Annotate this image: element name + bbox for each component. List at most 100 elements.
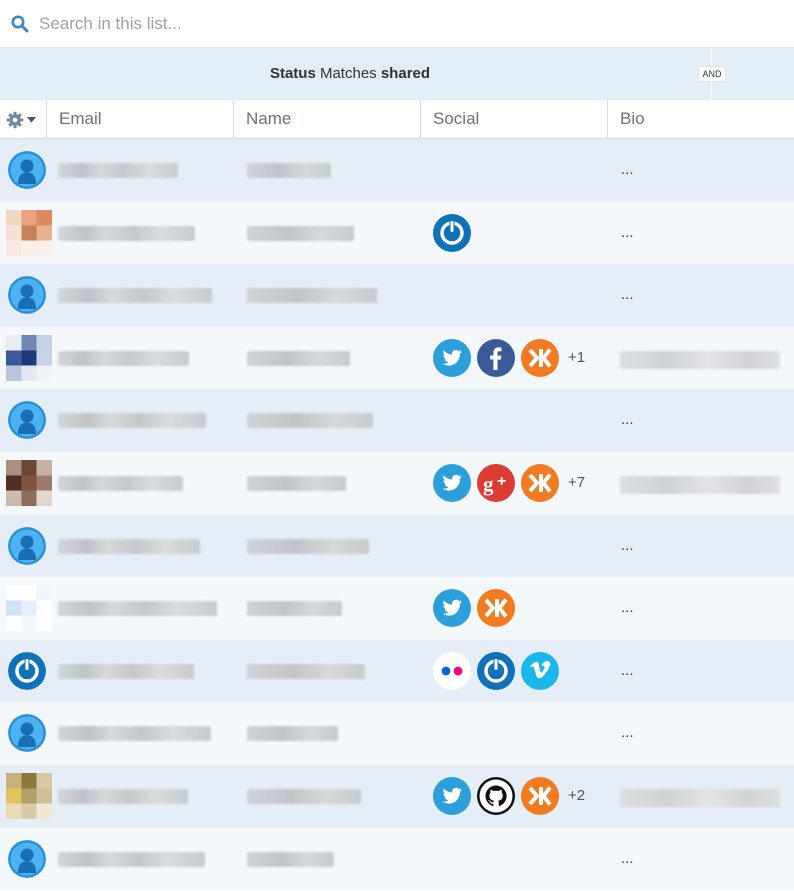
email-cell-redacted — [58, 851, 205, 867]
more-social-count[interactable]: +1 — [568, 349, 585, 366]
avatar-photo — [6, 585, 52, 632]
klout-icon[interactable] — [521, 338, 559, 377]
table-row[interactable]: ... — [0, 827, 794, 891]
twitter-icon[interactable] — [433, 776, 471, 815]
power-icon[interactable] — [433, 213, 471, 252]
name-cell-redacted — [247, 851, 334, 867]
avatar-photo — [6, 459, 52, 506]
email-cell-redacted — [58, 225, 195, 241]
default-avatar-icon — [8, 401, 46, 440]
avatar-power-icon — [8, 651, 46, 690]
email-cell-redacted — [58, 538, 200, 554]
email-cell-redacted — [58, 601, 217, 617]
more-social-count[interactable]: +7 — [568, 474, 585, 491]
google-plus-icon[interactable]: g + — [477, 463, 515, 502]
avatar-photo — [6, 334, 52, 381]
name-cell-redacted — [247, 288, 377, 304]
facebook-icon[interactable] — [477, 338, 515, 377]
email-cell-redacted — [58, 726, 211, 742]
name-cell-redacted — [247, 225, 354, 241]
more-social-count[interactable]: +2 — [568, 787, 585, 804]
table-row[interactable]: ... — [0, 389, 794, 452]
filter-shared-label: shared — [380, 65, 431, 82]
social-icons — [433, 589, 515, 628]
search-input[interactable] — [39, 13, 639, 34]
email-cell-redacted — [58, 350, 189, 366]
gear-icon — [6, 111, 24, 129]
email-cell-redacted — [58, 663, 194, 679]
email-cell-redacted — [58, 475, 183, 491]
klout-icon[interactable] — [521, 463, 559, 502]
table-row[interactable]: ... — [0, 264, 794, 327]
bio-cell: ... — [621, 161, 634, 178]
filter-status-label: Status — [269, 65, 316, 82]
email-cell-redacted — [58, 413, 206, 429]
social-icons: g + +7 — [433, 463, 585, 502]
name-cell-redacted — [247, 663, 365, 679]
column-header-name[interactable]: Name — [233, 100, 421, 138]
bio-cell: ... — [621, 849, 634, 867]
table-row[interactable]: ... — [0, 577, 794, 640]
svg-text:g: g — [483, 472, 494, 496]
and-operator-badge[interactable]: AND — [698, 66, 726, 82]
table-header: Email Name Social Bio — [0, 100, 794, 139]
social-icons — [433, 213, 471, 252]
name-cell-redacted — [247, 538, 369, 554]
name-cell-redacted — [247, 163, 331, 178]
email-cell-redacted — [58, 163, 178, 178]
column-settings-button[interactable] — [6, 111, 36, 129]
table-row[interactable]: +1 — [0, 326, 794, 390]
github-icon[interactable] — [477, 776, 515, 815]
table-row[interactable]: ... — [0, 201, 794, 265]
column-header-social[interactable]: Social — [420, 100, 608, 138]
search-icon — [11, 15, 29, 32]
contact-list: ......... +1... g + +7............ +2... — [0, 139, 794, 891]
table-row[interactable]: g + +7 — [0, 451, 794, 515]
default-avatar-icon — [8, 526, 46, 565]
name-cell-redacted — [247, 788, 361, 804]
name-cell-redacted — [247, 726, 338, 742]
table-row[interactable]: ... — [0, 139, 794, 202]
column-header-email[interactable]: Email — [46, 100, 233, 138]
table-row[interactable]: ... — [0, 639, 794, 703]
caret-down-icon — [27, 117, 36, 123]
filter-matches-label: Matches — [319, 65, 377, 82]
default-avatar-icon — [8, 151, 46, 189]
bio-cell: ... — [621, 724, 634, 742]
default-avatar-icon — [8, 714, 46, 753]
bio-cell: ... — [621, 661, 634, 679]
twitter-icon[interactable] — [433, 589, 471, 628]
filter-bar: Status Matches shared AND — [0, 47, 794, 101]
email-cell-redacted — [58, 788, 188, 804]
name-cell-redacted — [247, 350, 350, 366]
avatar-photo — [6, 772, 52, 819]
bio-cell: ... — [621, 411, 634, 429]
power-icon[interactable] — [477, 651, 515, 690]
bio-cell: ... — [621, 223, 634, 241]
bio-cell: ... — [621, 599, 634, 617]
name-cell-redacted — [247, 475, 346, 491]
klout-icon[interactable] — [521, 776, 559, 815]
default-avatar-icon — [8, 839, 46, 878]
name-cell-redacted — [247, 601, 342, 617]
column-header-bio[interactable]: Bio — [607, 100, 794, 138]
svg-text:+: + — [497, 473, 506, 490]
bio-cell-redacted — [620, 788, 780, 807]
bio-cell: ... — [621, 536, 634, 554]
email-cell-redacted — [58, 288, 212, 304]
twitter-icon[interactable] — [433, 338, 471, 377]
social-icons — [433, 651, 559, 690]
social-icons: +1 — [433, 338, 585, 377]
vimeo-icon[interactable] — [521, 651, 559, 690]
twitter-icon[interactable] — [433, 463, 471, 502]
table-row[interactable]: ... — [0, 514, 794, 578]
name-cell-redacted — [247, 413, 373, 429]
table-row[interactable]: +2 — [0, 764, 794, 828]
filter-summary[interactable]: Status Matches shared — [0, 65, 700, 82]
klout-icon[interactable] — [477, 589, 515, 628]
bio-cell-redacted — [620, 350, 780, 369]
table-row[interactable]: ... — [0, 702, 794, 765]
flickr-icon[interactable] — [433, 651, 471, 690]
search-bar — [0, 0, 794, 47]
default-avatar-icon — [8, 276, 46, 315]
